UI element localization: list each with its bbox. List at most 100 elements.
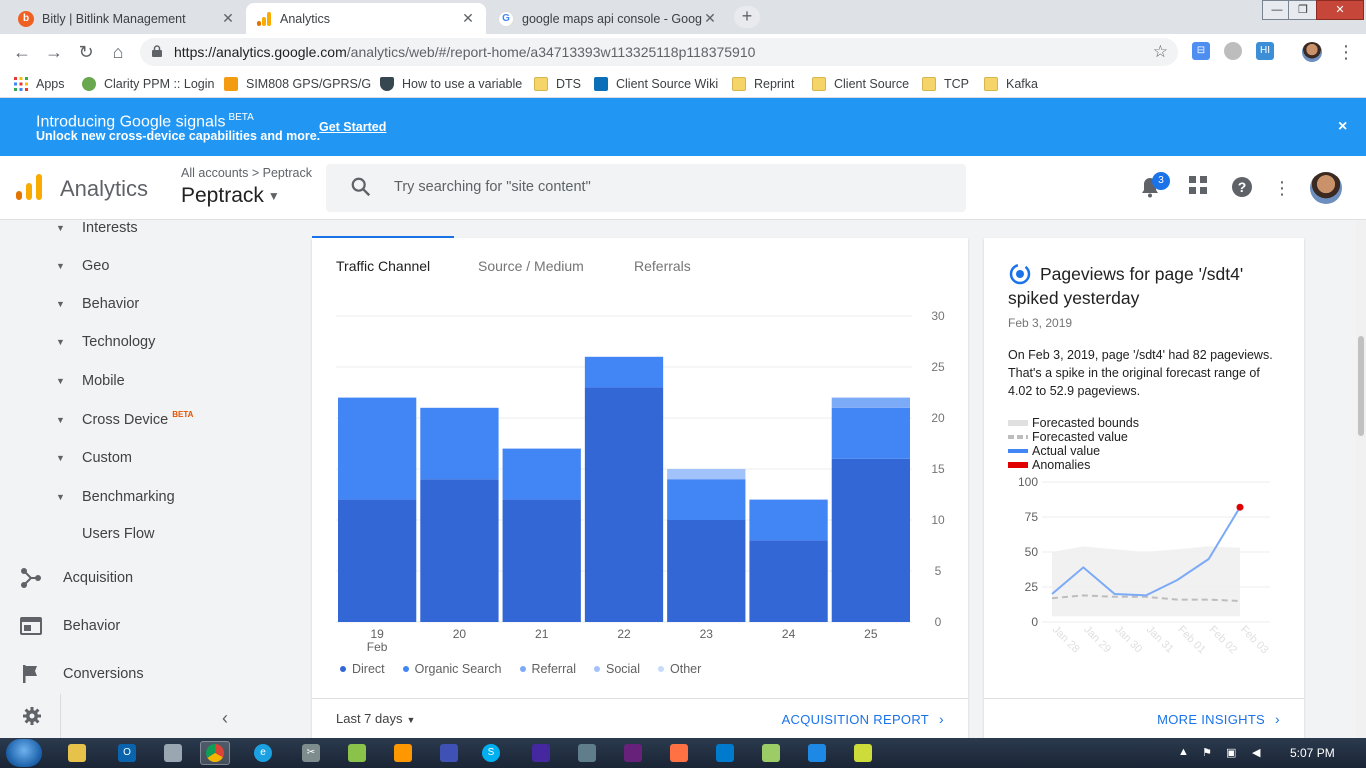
browser-tab-analytics[interactable]: Analytics ✕ [246, 3, 486, 34]
maximize-button[interactable]: ❐ [1288, 0, 1318, 20]
start-button[interactable] [6, 739, 42, 767]
app-name: Analytics [60, 176, 149, 201]
taskbar-outlook[interactable]: O [112, 741, 142, 765]
bookmark-clarity[interactable]: Clarity PPM :: Login [82, 76, 214, 92]
taskbar-app[interactable] [572, 741, 602, 765]
bookmark-dts[interactable]: DTS [534, 76, 581, 92]
new-tab-button[interactable]: + [734, 6, 760, 28]
gear-icon[interactable] [22, 706, 42, 726]
chevron-right-icon: › [1275, 711, 1280, 727]
legend-item-direct[interactable]: Direct [340, 662, 385, 676]
nav-item-behavior[interactable]: ▼ Behavior [56, 294, 139, 314]
date-range-selector[interactable]: Last 7 days ▼ [336, 711, 415, 726]
reload-icon[interactable]: ↻ [74, 40, 98, 64]
legend-item-referral[interactable]: Referral [519, 662, 576, 676]
taskbar-snipping[interactable]: ✂ [296, 741, 326, 765]
nav-item-geo[interactable]: ▼ Geo [56, 256, 109, 276]
volume-icon[interactable]: ◀ [1252, 746, 1260, 759]
tab-referrals[interactable]: Referrals [634, 258, 691, 274]
extension-icon[interactable] [1224, 42, 1242, 60]
tab-traffic-channel[interactable]: Traffic Channel [336, 258, 430, 274]
close-icon[interactable]: ✕ [460, 10, 476, 27]
acquisition-report-link[interactable]: ACQUISITION REPORT › [782, 711, 944, 727]
bookmark-sim808[interactable]: SIM808 GPS/GPRS/G [224, 76, 371, 92]
page-scrollbar[interactable] [1356, 220, 1366, 738]
property-selector[interactable]: Peptrack ▼ [181, 184, 280, 208]
profile-avatar[interactable] [1302, 42, 1322, 62]
nav-item-interests[interactable]: ▼ Interests [56, 218, 138, 238]
legend-item-organic-search[interactable]: Organic Search [402, 662, 502, 676]
browser-tab-bitly[interactable]: b Bitly | Bitlink Management ✕ [8, 3, 246, 34]
nav-item-custom[interactable]: ▼ Custom [56, 448, 132, 468]
taskbar-clock[interactable]: 5:07 PM [1290, 746, 1335, 760]
forward-arrow-icon[interactable]: → [42, 40, 66, 64]
bookmark-apps[interactable]: Apps [14, 76, 65, 92]
tab-source-medium[interactable]: Source / Medium [478, 258, 584, 274]
nav-item-technology[interactable]: ▼ Technology [56, 332, 155, 352]
bookmark-kafka[interactable]: Kafka [984, 76, 1038, 92]
y-tick-label: 5 [935, 564, 942, 578]
network-icon[interactable]: ▣ [1226, 746, 1236, 759]
home-icon[interactable]: ⌂ [106, 40, 130, 64]
apps-grid-icon[interactable] [1186, 176, 1210, 200]
taskbar-vscode[interactable] [710, 741, 740, 765]
taskbar-visual-studio[interactable] [618, 741, 648, 765]
taskbar-calculator[interactable] [158, 741, 188, 765]
nav-item-behavior-main[interactable]: Behavior [20, 614, 120, 638]
bookmark-client-source-wiki[interactable]: Client Source Wiki [594, 76, 718, 92]
bookmark-variable[interactable]: How to use a variable [380, 76, 522, 92]
more-insights-link[interactable]: MORE INSIGHTS › [1157, 711, 1280, 727]
account-avatar[interactable] [1310, 172, 1342, 204]
taskbar-notepad[interactable] [342, 741, 372, 765]
taskbar-app[interactable] [434, 741, 464, 765]
window-close-button[interactable]: ✕ [1316, 0, 1364, 20]
bookmark-reprint[interactable]: Reprint [732, 76, 794, 92]
legend-item-other[interactable]: Other [658, 662, 701, 676]
tray-expand-icon[interactable]: ▲ [1178, 746, 1189, 758]
nav-item-cross-device[interactable]: ▼ Cross Device BETA [56, 410, 193, 430]
get-started-link[interactable]: Get Started [319, 120, 386, 134]
more-vert-icon[interactable]: ⋮ [1270, 176, 1294, 200]
extension-icon[interactable]: ⊟ [1192, 42, 1210, 60]
close-icon[interactable]: ✕ [220, 10, 236, 27]
star-icon[interactable]: ☆ [1153, 42, 1168, 62]
nav-item-mobile[interactable]: ▼ Mobile [56, 371, 125, 391]
browser-tab-google[interactable]: G google maps api console - Goog ✕ [488, 3, 728, 34]
breadcrumb[interactable]: All accounts > Peptrack [181, 166, 312, 180]
close-icon[interactable]: × [1338, 118, 1347, 136]
triangle-down-icon: ▼ [56, 376, 65, 386]
nav-item-acquisition[interactable]: Acquisition [20, 566, 133, 590]
x-tick-label: 23 [700, 627, 714, 641]
legend-label: Organic Search [414, 662, 502, 676]
taskbar-paint[interactable] [388, 741, 418, 765]
nav-item-conversions[interactable]: Conversions [20, 662, 144, 686]
nav-item-benchmarking[interactable]: ▼ Benchmarking [56, 487, 175, 507]
bookmark-client-source[interactable]: Client Source [812, 76, 909, 92]
search-box[interactable]: Try searching for "site content" [326, 164, 966, 212]
close-icon[interactable]: ✕ [702, 10, 718, 27]
collapse-chevron-icon[interactable]: ‹ [222, 708, 228, 729]
legend-swatch [1008, 420, 1028, 426]
scrollbar-thumb[interactable] [1358, 336, 1364, 436]
taskbar-app[interactable] [664, 741, 694, 765]
taskbar-skype[interactable]: S [476, 741, 506, 765]
taskbar-app[interactable] [526, 741, 556, 765]
banner-subtitle: Unlock new cross-device capabilities and… [36, 129, 321, 143]
nav-item-users-flow[interactable]: Users Flow [82, 524, 155, 544]
taskbar-maps[interactable] [802, 741, 832, 765]
help-icon[interactable]: ? [1230, 176, 1254, 200]
taskbar-app[interactable] [756, 741, 786, 765]
address-bar[interactable]: https://analytics.google.com/analytics/w… [140, 38, 1178, 66]
flag-icon[interactable]: ⚑ [1202, 746, 1212, 759]
taskbar-chrome[interactable] [200, 741, 230, 765]
bookmark-tcp[interactable]: TCP [922, 76, 969, 92]
extension-icon[interactable]: HI [1256, 42, 1274, 60]
taskbar-ie[interactable]: e [248, 741, 278, 765]
taskbar-explorer[interactable] [62, 741, 92, 765]
legend-item-social[interactable]: Social [593, 662, 640, 676]
analytics-logo-icon[interactable] [16, 174, 42, 200]
back-arrow-icon[interactable]: ← [10, 40, 34, 64]
taskbar-app[interactable] [848, 741, 878, 765]
y-tick-label: 25 [1025, 580, 1039, 594]
browser-menu-icon[interactable]: ⋮ [1334, 40, 1358, 64]
